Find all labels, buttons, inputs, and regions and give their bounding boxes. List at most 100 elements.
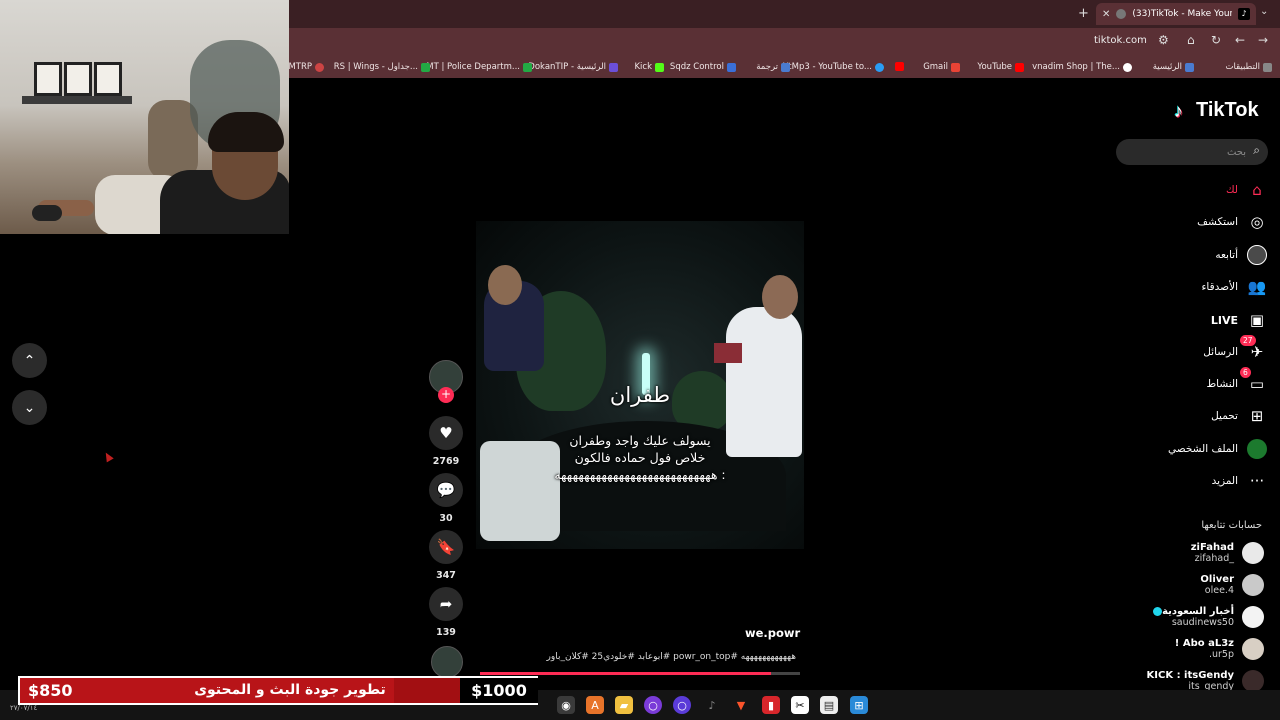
- tab-search-icon[interactable]: ⌄: [1260, 6, 1268, 17]
- app-icon[interactable]: A: [586, 696, 604, 714]
- store-icon[interactable]: ▤: [820, 696, 838, 714]
- nav-friends[interactable]: 👥 الأصدقاء: [1202, 275, 1269, 299]
- nav-messages[interactable]: ✈ 27 الرسائل: [1203, 335, 1268, 364]
- share-icon[interactable]: ➦: [429, 587, 463, 621]
- comment-count: 30: [439, 513, 453, 524]
- app-icon[interactable]: ○: [644, 696, 662, 714]
- sheets-icon: [523, 62, 532, 72]
- nav-explore[interactable]: ◎ استكشف: [1197, 210, 1268, 234]
- nav-profile[interactable]: الملف الشخصي: [1168, 437, 1268, 461]
- nav-more[interactable]: ··· المزيد: [1212, 469, 1268, 493]
- video-author[interactable]: we.powr: [745, 626, 800, 640]
- bookmark-favicon-icon: [1123, 62, 1132, 72]
- search-box[interactable]: ⌕: [1116, 139, 1268, 165]
- bookmark-translate[interactable]: ترجمة: [756, 62, 790, 72]
- following-account[interactable]: Abo aL3z ! ur5p.: [1175, 636, 1264, 662]
- youtube-icon: [895, 62, 904, 71]
- bookmark-mt-police[interactable]: MT | Police Departm...: [426, 62, 532, 72]
- previous-video-button[interactable]: ⌃: [12, 343, 47, 378]
- music-disc-icon[interactable]: [431, 646, 463, 678]
- bookmark-mtrp[interactable]: MTRP: [288, 62, 324, 72]
- friends-icon: 👥: [1247, 278, 1267, 296]
- tab-title: (33)TikTok - Make Your Day: [1132, 9, 1232, 19]
- donation-goal-bar: $850 تطوير جودة البث و المحتوى $1000: [18, 676, 538, 705]
- wall-shelf: [22, 96, 132, 104]
- forward-icon[interactable]: →: [1258, 33, 1268, 47]
- home-browser-icon[interactable]: ⌂: [1187, 33, 1195, 47]
- sheets-icon: [421, 62, 430, 72]
- bookmark-vnadim[interactable]: vnadim Shop | The...: [1032, 62, 1132, 72]
- comment-action[interactable]: 💬 30: [428, 473, 464, 524]
- bookmark-rs-wings[interactable]: RS | Wings - جداول...: [334, 62, 430, 72]
- avatar: [1242, 670, 1264, 692]
- back-icon[interactable]: ←: [1235, 33, 1245, 47]
- nav-activity[interactable]: ▭ 6 النشاط: [1206, 367, 1268, 396]
- file-explorer-icon[interactable]: ▰: [615, 696, 633, 714]
- following-accounts-title: حسابات تتابعها: [1201, 520, 1262, 531]
- video-progress-bar[interactable]: [480, 672, 800, 675]
- windows-start-icon[interactable]: ⊞: [850, 696, 868, 714]
- nav-live[interactable]: ▣ LIVE: [1211, 308, 1268, 332]
- comment-icon[interactable]: 💬: [429, 473, 463, 507]
- share-action[interactable]: ➦ 139: [428, 587, 464, 638]
- follow-button[interactable]: +: [438, 387, 454, 403]
- chrome-icon[interactable]: ◉: [557, 696, 575, 714]
- bookmarks-bar: التطبيقات الرئيسية vnadim Shop | The... …: [288, 56, 1280, 78]
- url-text[interactable]: tiktok.com: [1094, 35, 1147, 46]
- browser-tab-tiktok[interactable]: ✕ (33)TikTok - Make Your Day ♪: [1096, 3, 1256, 25]
- video-overlay-title: طفران: [609, 383, 671, 407]
- following-account[interactable]: أخبار السعودية saudinews50: [1150, 604, 1264, 630]
- bookmark-youtube[interactable]: YouTube: [977, 62, 1024, 72]
- messages-icon: ✈ 27: [1240, 335, 1268, 363]
- app-icon[interactable]: ○: [673, 696, 691, 714]
- video-player[interactable]: طفران يسولف عليك واجد وطفران خلاص فول حم…: [476, 221, 804, 549]
- like-action[interactable]: ♥ 2769: [428, 416, 464, 467]
- youtube-icon: [1015, 62, 1024, 72]
- bookmark-home[interactable]: الرئيسية: [1153, 62, 1194, 72]
- chevron-up-icon: ⌃: [23, 352, 36, 369]
- capcut-icon[interactable]: ✂: [791, 696, 809, 714]
- music-icon[interactable]: ♪: [703, 696, 721, 714]
- save-action[interactable]: 🔖 347: [428, 530, 464, 581]
- brave-icon[interactable]: ▼: [732, 696, 750, 714]
- compass-icon: ◎: [1250, 213, 1264, 231]
- bookmark-kick[interactable]: Kick: [634, 62, 664, 72]
- live-icon: ▣: [1249, 311, 1265, 329]
- search-input[interactable]: [1124, 143, 1246, 161]
- heart-icon[interactable]: ♥: [429, 416, 463, 450]
- avatar: [1242, 574, 1264, 596]
- avatar: [1242, 542, 1264, 564]
- computer-mouse: [32, 205, 62, 221]
- close-tab-icon[interactable]: ✕: [1102, 9, 1110, 20]
- search-icon[interactable]: ⌕: [1253, 143, 1260, 158]
- bookmark-favicon-icon: [875, 62, 884, 72]
- following-account[interactable]: ziFahad _zifahad: [1191, 540, 1264, 566]
- following-account[interactable]: Oliver olee.4: [1200, 572, 1264, 598]
- nav-upload[interactable]: ⊞ تحميل: [1211, 404, 1268, 428]
- bookmark-youtube-2[interactable]: [895, 62, 904, 71]
- bookmark-gmail[interactable]: Gmail: [923, 62, 960, 72]
- kick-icon: [655, 62, 664, 72]
- new-tab-button[interactable]: +: [1078, 6, 1089, 21]
- bookmark-sqdz[interactable]: Sqdz Control: [670, 62, 736, 72]
- activity-icon: ▭ 6: [1240, 367, 1268, 395]
- nav-for-you[interactable]: ⌂ لك: [1226, 178, 1268, 202]
- messages-badge: 27: [1240, 335, 1256, 346]
- bookmark-apps[interactable]: التطبيقات: [1225, 62, 1272, 72]
- man-right-head: [762, 275, 798, 319]
- activity-badge: 6: [1240, 367, 1251, 378]
- app-icon[interactable]: ▮: [762, 696, 780, 714]
- nav-following[interactable]: أتابعه: [1215, 243, 1268, 267]
- verified-badge-icon: [1153, 606, 1163, 616]
- photo-frame: [34, 62, 62, 96]
- bookmark-ytmp3[interactable]: YtMp3 - YouTube to...: [783, 62, 884, 72]
- bookmark-dokantip[interactable]: DokanTIP - الرئيسية: [528, 62, 618, 72]
- bookmark-favicon-icon: [609, 62, 618, 72]
- home-icon: ⌂: [1252, 181, 1262, 199]
- apps-grid-icon: [1263, 62, 1272, 72]
- site-settings-icon[interactable]: ⚙: [1158, 33, 1169, 47]
- reload-icon[interactable]: ↻: [1211, 33, 1221, 47]
- next-video-button[interactable]: ⌄: [12, 390, 47, 425]
- tiktok-logo[interactable]: ♪ TikTok: [1174, 99, 1259, 122]
- bookmark-icon[interactable]: 🔖: [429, 530, 463, 564]
